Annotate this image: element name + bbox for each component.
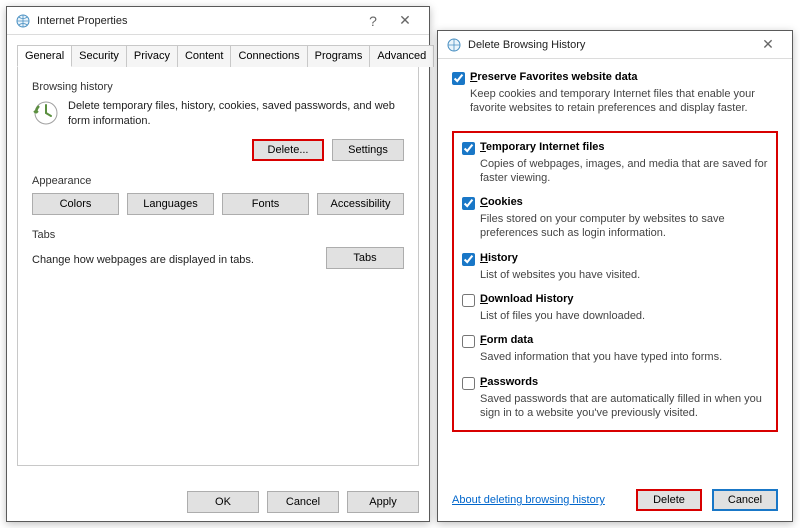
temporary-files-checkbox[interactable] xyxy=(462,142,475,155)
languages-button[interactable]: Languages xyxy=(127,193,214,215)
apply-button[interactable]: Apply xyxy=(347,491,419,513)
history-clock-icon xyxy=(32,99,60,127)
button-label: Fonts xyxy=(252,198,280,210)
preserve-favorites-checkbox[interactable] xyxy=(452,72,465,85)
accessibility-button[interactable]: Accessibility xyxy=(317,193,404,215)
button-label: Apply xyxy=(369,496,397,508)
temporary-files-desc: Copies of webpages, images, and media th… xyxy=(480,157,768,186)
option-preserve-favorites: Preserve Favorites website data Keep coo… xyxy=(452,71,778,116)
tab-label: Programs xyxy=(315,50,363,62)
tabs-settings-button[interactable]: Tabs xyxy=(326,247,404,269)
cookies-label: Cookies xyxy=(480,196,523,208)
tab-label: Security xyxy=(79,50,119,62)
cookies-checkbox[interactable] xyxy=(462,197,475,210)
button-label: Tabs xyxy=(353,252,376,264)
browsing-history-group: Browsing history Delete temporary files,… xyxy=(32,81,404,161)
appearance-group-label: Appearance xyxy=(32,175,404,187)
button-label: Cancel xyxy=(286,496,320,508)
appearance-group: Appearance Colors Languages Fonts Access… xyxy=(32,175,404,215)
button-label: Settings xyxy=(348,144,388,156)
internet-options-icon xyxy=(446,37,462,53)
ip-tabs: General Security Privacy Content Connect… xyxy=(17,45,419,67)
passwords-desc: Saved passwords that are automatically f… xyxy=(480,392,768,421)
tab-label: Privacy xyxy=(134,50,170,62)
ip-title: Internet Properties xyxy=(37,15,357,27)
passwords-label: Passwords xyxy=(480,376,538,388)
about-deleting-link[interactable]: About deleting browsing history xyxy=(452,494,626,506)
fonts-button[interactable]: Fonts xyxy=(222,193,309,215)
delete-history-button[interactable]: Delete... xyxy=(252,139,324,161)
tabs-group-label: Tabs xyxy=(32,229,404,241)
tab-connections[interactable]: Connections xyxy=(230,45,307,67)
form-data-checkbox[interactable] xyxy=(462,335,475,348)
option-temporary-files: Temporary Internet files Copies of webpa… xyxy=(462,141,768,186)
button-label: Delete xyxy=(653,494,685,506)
button-label: OK xyxy=(215,496,231,508)
close-button[interactable]: ✕ xyxy=(752,34,784,56)
dbh-title: Delete Browsing History xyxy=(468,39,752,51)
history-checkbox[interactable] xyxy=(462,253,475,266)
tab-content[interactable]: Content xyxy=(177,45,232,67)
tab-label: Advanced xyxy=(377,50,426,62)
temporary-files-label: Temporary Internet files xyxy=(480,141,605,153)
preserve-favorites-desc: Keep cookies and temporary Internet file… xyxy=(470,87,778,116)
tab-programs[interactable]: Programs xyxy=(307,45,371,67)
download-history-checkbox[interactable] xyxy=(462,294,475,307)
button-label: Accessibility xyxy=(331,198,391,210)
history-settings-button[interactable]: Settings xyxy=(332,139,404,161)
download-history-desc: List of files you have downloaded. xyxy=(480,309,768,323)
internet-options-icon xyxy=(15,13,31,29)
dbh-titlebar: Delete Browsing History ✕ xyxy=(438,31,792,59)
download-history-label: Download History xyxy=(480,293,574,305)
cancel-button[interactable]: Cancel xyxy=(267,491,339,513)
option-download-history: Download History List of files you have … xyxy=(462,293,768,323)
button-label: Colors xyxy=(60,198,92,210)
tab-security[interactable]: Security xyxy=(71,45,127,67)
passwords-checkbox[interactable] xyxy=(462,377,475,390)
highlighted-options-block: Temporary Internet files Copies of webpa… xyxy=(452,131,778,433)
cookies-desc: Files stored on your computer by website… xyxy=(480,212,768,241)
tab-general[interactable]: General xyxy=(17,45,72,67)
tabs-group: Tabs Change how webpages are displayed i… xyxy=(32,229,404,269)
tab-label: Content xyxy=(185,50,224,62)
cancel-button[interactable]: Cancel xyxy=(712,489,778,511)
tab-privacy[interactable]: Privacy xyxy=(126,45,178,67)
tab-label: General xyxy=(25,50,64,62)
tab-label: Connections xyxy=(238,50,299,62)
colors-button[interactable]: Colors xyxy=(32,193,119,215)
form-data-label: Form data xyxy=(480,334,533,346)
option-history: History List of websites you have visite… xyxy=(462,252,768,282)
preserve-favorites-label: Preserve Favorites website data xyxy=(470,71,638,83)
help-button[interactable]: ? xyxy=(357,10,389,32)
option-form-data: Form data Saved information that you hav… xyxy=(462,334,768,364)
ok-button[interactable]: OK xyxy=(187,491,259,513)
button-label: Delete... xyxy=(268,144,309,156)
form-data-desc: Saved information that you have typed in… xyxy=(480,350,768,364)
ip-footer: OK Cancel Apply xyxy=(187,491,419,513)
browsing-history-group-label: Browsing history xyxy=(32,81,404,93)
internet-properties-window: Internet Properties ? ✕ General Security… xyxy=(6,6,430,522)
delete-button[interactable]: Delete xyxy=(636,489,702,511)
option-cookies: Cookies Files stored on your computer by… xyxy=(462,196,768,241)
browsing-history-desc: Delete temporary files, history, cookies… xyxy=(68,99,404,129)
tab-advanced[interactable]: Advanced xyxy=(369,45,434,67)
tabs-desc: Change how webpages are displayed in tab… xyxy=(32,254,326,266)
dbh-footer: About deleting browsing history Delete C… xyxy=(452,489,778,511)
general-tab-panel: Browsing history Delete temporary files,… xyxy=(17,66,419,466)
button-label: Languages xyxy=(143,198,197,210)
close-button[interactable]: ✕ xyxy=(389,10,421,32)
delete-browsing-history-window: Delete Browsing History ✕ Preserve Favor… xyxy=(437,30,793,522)
history-label: History xyxy=(480,252,518,264)
option-passwords: Passwords Saved passwords that are autom… xyxy=(462,376,768,421)
history-desc: List of websites you have visited. xyxy=(480,268,768,282)
button-label: Cancel xyxy=(728,494,762,506)
ip-titlebar: Internet Properties ? ✕ xyxy=(7,7,429,35)
